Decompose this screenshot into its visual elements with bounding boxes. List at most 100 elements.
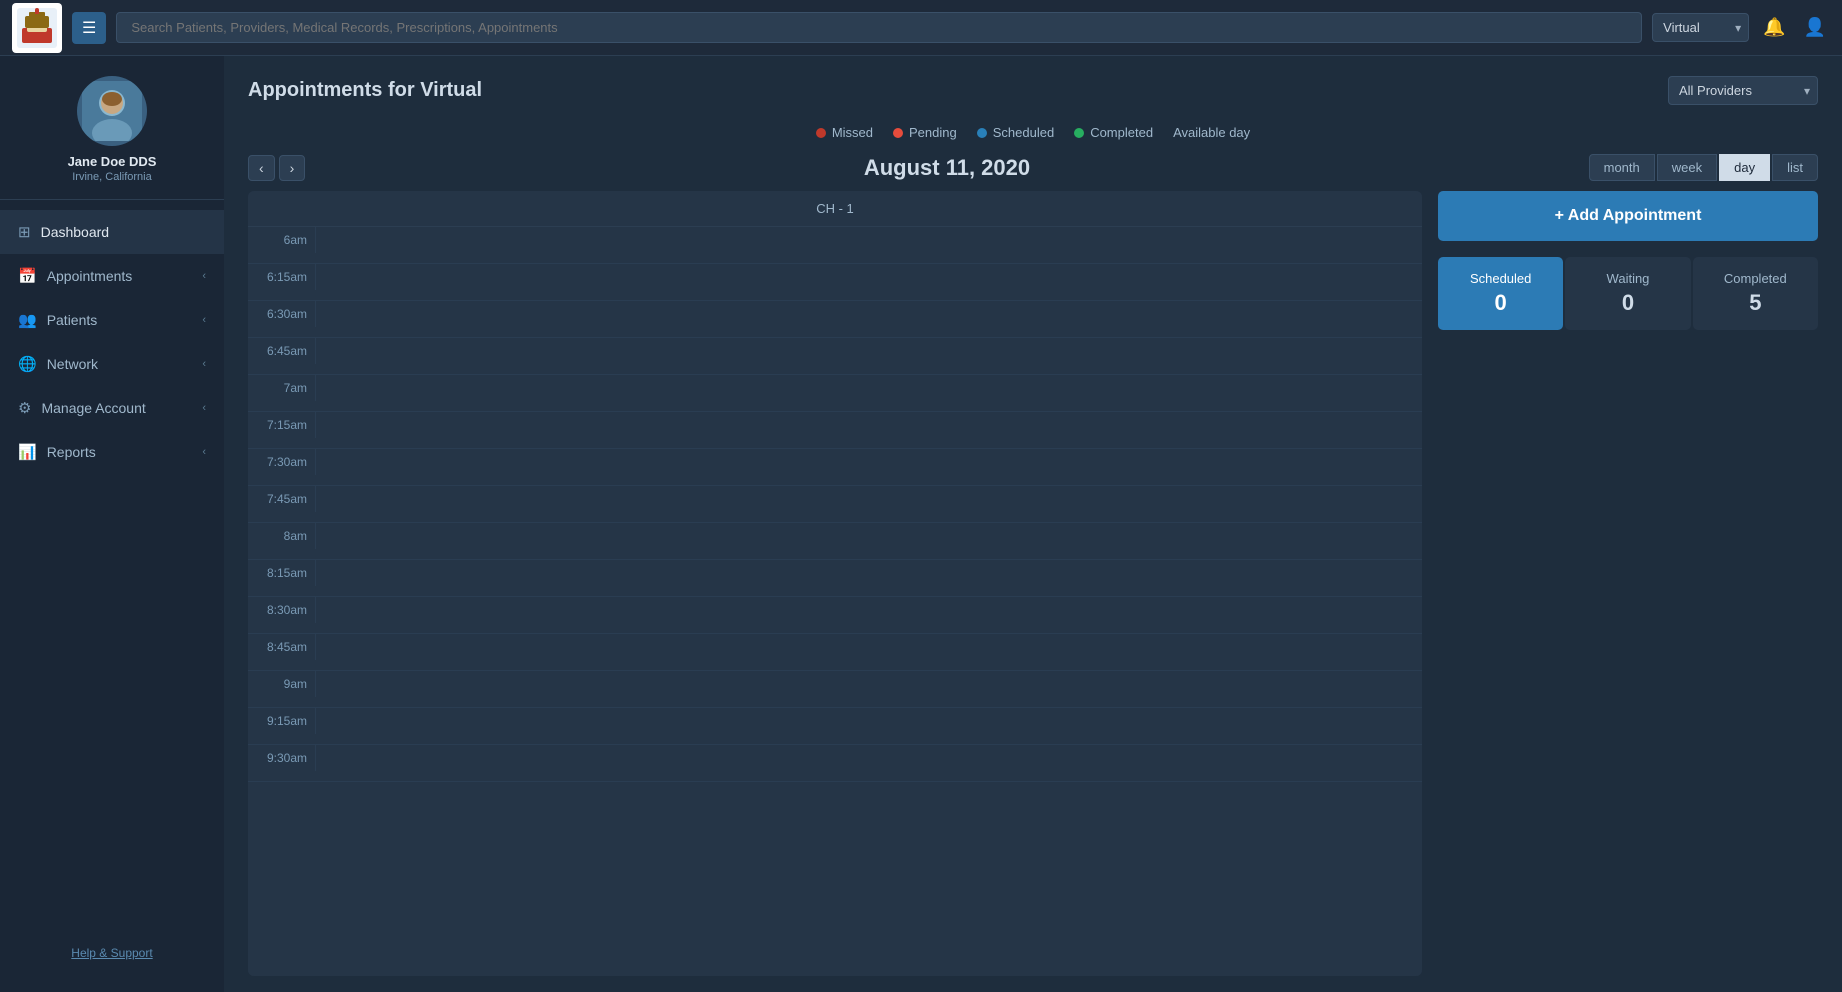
prev-button[interactable]: ‹ [248, 155, 275, 181]
location-select-wrap: Virtual In-Person [1652, 13, 1749, 42]
time-slot-row[interactable]: 7am [248, 375, 1422, 412]
list-view-button[interactable]: list [1772, 154, 1818, 181]
time-slot-row[interactable]: 8:30am [248, 597, 1422, 634]
sidebar-item-network[interactable]: 🌐 Network ‹ [0, 342, 224, 386]
missed-label: Missed [832, 125, 873, 140]
waiting-stat: Waiting 0 [1565, 257, 1690, 330]
sidebar-item-manage-account[interactable]: ⚙ Manage Account ‹ [0, 386, 224, 430]
location-select[interactable]: Virtual In-Person [1652, 13, 1749, 42]
time-label: 8am [248, 523, 316, 549]
profile-location: Irvine, California [72, 171, 151, 183]
week-view-button[interactable]: week [1657, 154, 1717, 181]
missed-dot [816, 128, 826, 138]
sidebar-item-patients[interactable]: 👥 Patients ‹ [0, 298, 224, 342]
calendar-toolbar: ‹ › August 11, 2020 month week day list [224, 148, 1842, 191]
app-logo [12, 3, 62, 53]
legend-completed: Completed [1074, 125, 1153, 140]
day-view-button[interactable]: day [1719, 154, 1770, 181]
search-input[interactable] [116, 12, 1642, 43]
time-slot-row[interactable]: 7:45am [248, 486, 1422, 523]
time-content[interactable] [316, 486, 1422, 522]
pending-label: Pending [909, 125, 957, 140]
user-profile-button[interactable]: 👤 [1800, 13, 1830, 42]
hamburger-icon: ☰ [82, 20, 96, 37]
time-slot-row[interactable]: 9:15am [248, 708, 1422, 745]
scheduled-label: Scheduled [993, 125, 1054, 140]
menu-button[interactable]: ☰ [72, 12, 106, 44]
legend-available: Available day [1173, 125, 1250, 140]
time-content[interactable] [316, 671, 1422, 707]
time-content[interactable] [316, 634, 1422, 670]
sidebar-item-label: Dashboard [41, 224, 110, 240]
time-slot-row[interactable]: 7:30am [248, 449, 1422, 486]
add-appointment-button[interactable]: + Add Appointment [1438, 191, 1818, 241]
time-label: 6:30am [248, 301, 316, 327]
provider-select[interactable]: All Providers [1668, 76, 1818, 105]
time-content[interactable] [316, 301, 1422, 337]
reports-icon: 📊 [18, 443, 37, 461]
time-content[interactable] [316, 375, 1422, 411]
user-icon: 👤 [1804, 17, 1826, 37]
sidebar-nav: ⊞ Dashboard 📅 Appointments ‹ 👥 Patients … [0, 200, 224, 934]
time-label: 7:15am [248, 412, 316, 438]
sidebar-item-label: Patients [47, 312, 98, 328]
completed-stat-value: 5 [1703, 290, 1808, 316]
sidebar-item-label: Manage Account [41, 400, 145, 416]
chevron-right-icon: ‹ [202, 358, 206, 370]
time-label: 9:30am [248, 745, 316, 771]
time-label: 8:45am [248, 634, 316, 660]
time-slot-row[interactable]: 6:15am [248, 264, 1422, 301]
time-slot-row[interactable]: 6:45am [248, 338, 1422, 375]
available-label: Available day [1173, 125, 1250, 140]
network-icon: 🌐 [18, 355, 37, 373]
time-slot-row[interactable]: 6:30am [248, 301, 1422, 338]
waiting-stat-label: Waiting [1575, 271, 1680, 286]
dashboard-icon: ⊞ [18, 223, 31, 241]
calendar-col-header: CH - 1 [248, 191, 1422, 227]
chevron-right-icon: ‹ [202, 446, 206, 458]
time-content[interactable] [316, 227, 1422, 263]
provider-select-wrap: All Providers [1668, 76, 1818, 105]
avatar [77, 76, 147, 146]
time-slot-row[interactable]: 7:15am [248, 412, 1422, 449]
sidebar-item-appointments[interactable]: 📅 Appointments ‹ [0, 254, 224, 298]
time-content[interactable] [316, 412, 1422, 448]
next-button[interactable]: › [279, 155, 306, 181]
time-content[interactable] [316, 264, 1422, 300]
time-label: 7:45am [248, 486, 316, 512]
time-label: 7am [248, 375, 316, 401]
bell-icon: 🔔 [1763, 17, 1785, 37]
help-support-link[interactable]: Help & Support [0, 934, 224, 972]
time-slot-row[interactable]: 6am [248, 227, 1422, 264]
time-content[interactable] [316, 523, 1422, 559]
time-slot-row[interactable]: 8:15am [248, 560, 1422, 597]
sidebar-item-reports[interactable]: 📊 Reports ‹ [0, 430, 224, 474]
chevron-right-icon: ‹ [202, 402, 206, 414]
content-area: Appointments for Virtual All Providers M… [224, 56, 1842, 992]
notification-button[interactable]: 🔔 [1759, 13, 1789, 42]
legend-bar: Missed Pending Scheduled Completed Avail… [224, 117, 1842, 148]
sidebar-item-dashboard[interactable]: ⊞ Dashboard [0, 210, 224, 254]
time-content[interactable] [316, 597, 1422, 633]
time-label: 6:45am [248, 338, 316, 364]
completed-label: Completed [1090, 125, 1153, 140]
chevron-right-icon: ‹ [202, 314, 206, 326]
scheduled-stat-label: Scheduled [1448, 271, 1553, 286]
time-label: 6am [248, 227, 316, 253]
time-content[interactable] [316, 560, 1422, 596]
time-content[interactable] [316, 708, 1422, 744]
time-slot-row[interactable]: 9am [248, 671, 1422, 708]
calendar-scroll[interactable]: 6am 6:15am 6:30am 6:45am 7am 7:15am 7:30… [248, 227, 1422, 976]
time-content[interactable] [316, 745, 1422, 781]
scheduled-stat-value: 0 [1448, 290, 1553, 316]
scheduled-stat: Scheduled 0 [1438, 257, 1563, 330]
legend-scheduled: Scheduled [977, 125, 1054, 140]
month-view-button[interactable]: month [1589, 154, 1655, 181]
time-slot-row[interactable]: 8am [248, 523, 1422, 560]
time-slot-row[interactable]: 8:45am [248, 634, 1422, 671]
time-content[interactable] [316, 338, 1422, 374]
time-label: 6:15am [248, 264, 316, 290]
time-label: 8:30am [248, 597, 316, 623]
time-content[interactable] [316, 449, 1422, 485]
time-slot-row[interactable]: 9:30am [248, 745, 1422, 782]
